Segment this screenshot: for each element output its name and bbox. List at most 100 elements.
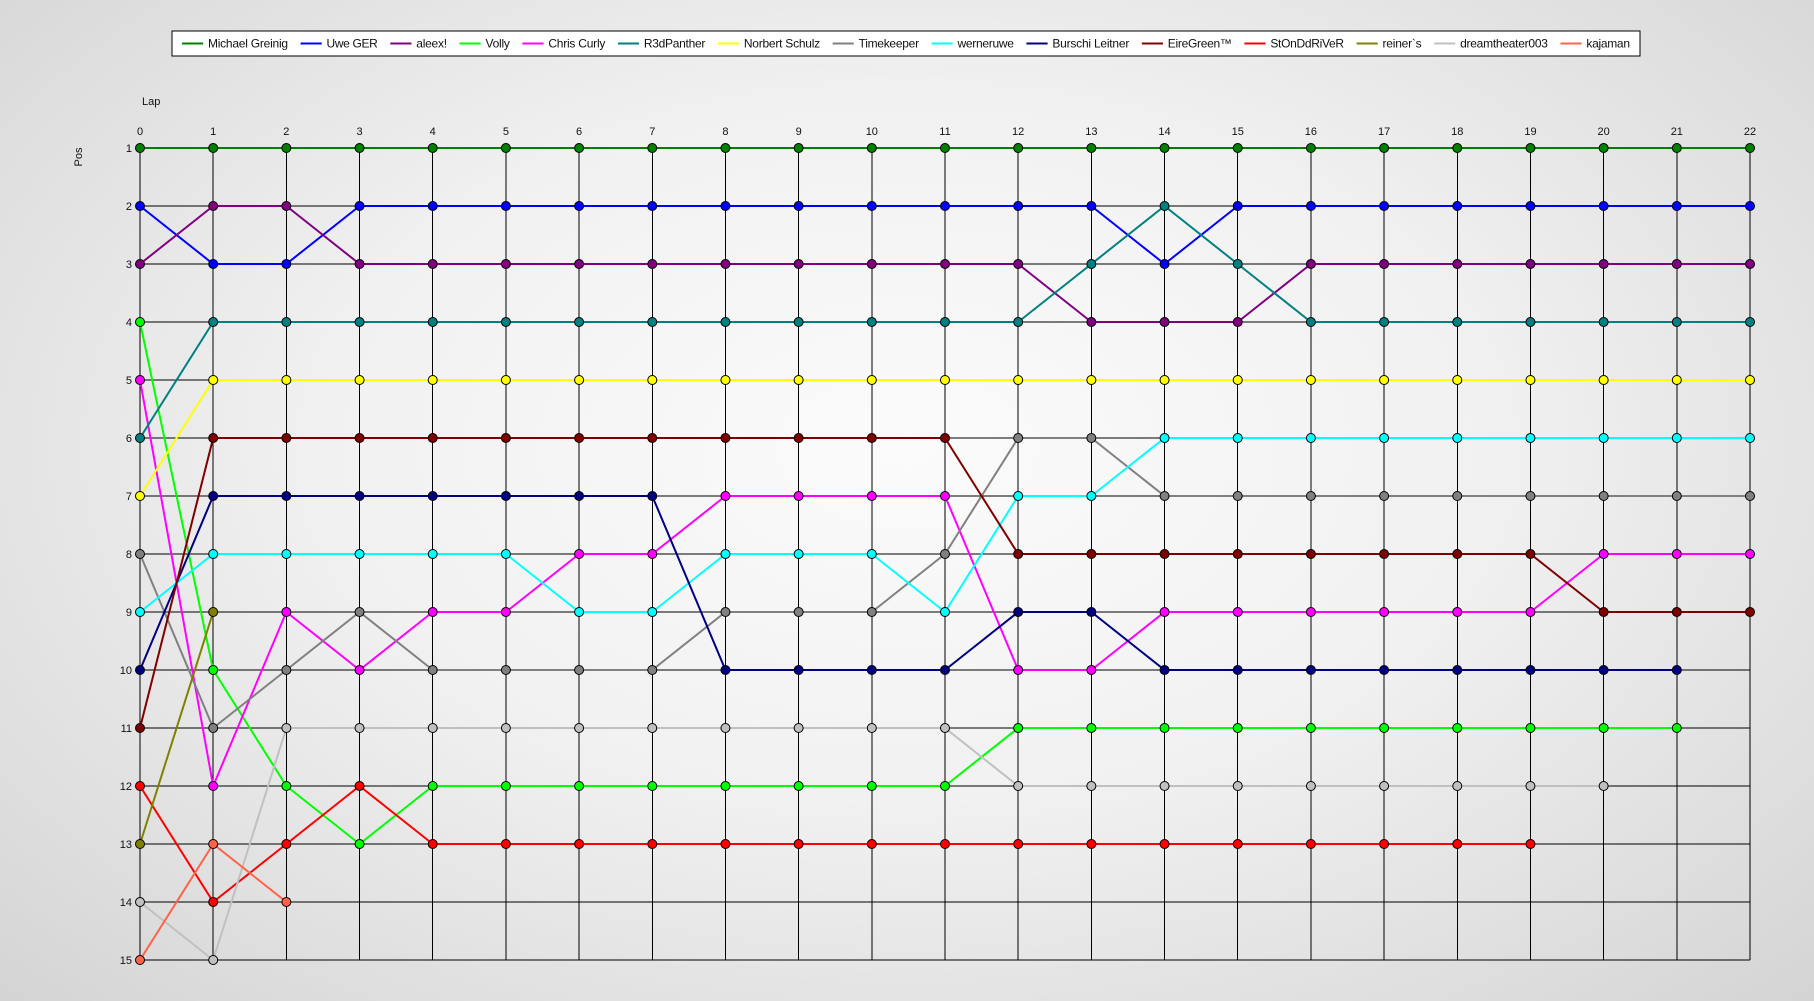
data-point xyxy=(500,317,511,327)
data-point xyxy=(720,433,731,443)
data-point xyxy=(647,607,658,617)
data-point xyxy=(574,143,585,153)
data-point xyxy=(1086,607,1097,617)
data-point xyxy=(281,259,292,269)
data-point xyxy=(940,491,950,501)
y-tick-label: 15 xyxy=(120,955,132,967)
data-point xyxy=(500,839,511,849)
data-point xyxy=(500,607,511,617)
data-point xyxy=(500,433,511,443)
data-point xyxy=(1452,839,1463,849)
data-point xyxy=(1086,375,1097,385)
data-point xyxy=(135,375,145,385)
data-point xyxy=(574,665,585,675)
y-tick-label: 13 xyxy=(120,839,132,851)
data-point xyxy=(1745,201,1755,211)
data-point xyxy=(1086,839,1097,849)
data-point xyxy=(135,259,145,269)
data-point xyxy=(720,607,731,617)
data-point xyxy=(1159,375,1170,385)
data-point xyxy=(500,491,511,501)
data-point xyxy=(500,549,511,559)
data-point xyxy=(647,143,658,153)
x-axis-label: Lap xyxy=(142,96,160,108)
data-point xyxy=(1232,839,1243,849)
data-point xyxy=(866,259,877,269)
data-point xyxy=(427,317,438,327)
y-axis-label: Pos xyxy=(73,147,85,166)
data-point xyxy=(574,549,585,559)
data-point xyxy=(1086,433,1097,443)
data-point xyxy=(1598,781,1609,791)
data-point xyxy=(1598,607,1609,617)
data-point xyxy=(1232,317,1243,327)
data-point xyxy=(1745,259,1755,269)
data-point xyxy=(1525,549,1536,559)
data-point xyxy=(1525,317,1536,327)
data-point xyxy=(1379,201,1390,211)
data-point xyxy=(720,549,731,559)
x-tick-label: 22 xyxy=(1744,126,1756,138)
data-point xyxy=(1525,665,1536,675)
data-point xyxy=(1159,433,1170,443)
data-point xyxy=(427,259,438,269)
data-point xyxy=(1598,491,1609,501)
data-point xyxy=(1452,259,1463,269)
x-tick-label: 18 xyxy=(1451,126,1463,138)
data-point xyxy=(1305,781,1316,791)
data-point xyxy=(866,317,877,327)
data-point xyxy=(866,375,877,385)
data-point xyxy=(354,839,365,849)
data-point xyxy=(793,549,804,559)
data-point xyxy=(427,143,438,153)
data-point xyxy=(1379,781,1390,791)
data-point xyxy=(1452,491,1463,501)
data-point xyxy=(574,839,585,849)
data-point xyxy=(1671,259,1682,269)
legend-label: Uwe GER xyxy=(327,37,379,51)
data-point xyxy=(1159,201,1170,211)
data-point xyxy=(208,955,219,965)
data-point xyxy=(135,665,145,675)
data-point xyxy=(354,549,365,559)
data-point xyxy=(1745,375,1755,385)
data-point xyxy=(1013,433,1024,443)
data-point xyxy=(354,491,365,501)
data-point xyxy=(1086,259,1097,269)
data-point xyxy=(793,433,804,443)
data-point xyxy=(1232,723,1243,733)
lap-position-chart: Michael Greinig Uwe GER aleex! Volly Chris C… xyxy=(73,30,1756,967)
data-point xyxy=(354,143,365,153)
data-point xyxy=(793,491,804,501)
x-tick-label: 19 xyxy=(1524,126,1536,138)
data-point xyxy=(1525,143,1536,153)
x-tick-label: 4 xyxy=(430,126,436,138)
data-point xyxy=(1159,781,1170,791)
x-tick-label: 21 xyxy=(1671,126,1683,138)
data-point xyxy=(1671,723,1682,733)
data-point xyxy=(1305,607,1316,617)
data-point xyxy=(1379,317,1390,327)
data-point xyxy=(940,375,950,385)
data-point xyxy=(866,433,877,443)
data-point xyxy=(1379,665,1390,675)
data-point xyxy=(500,259,511,269)
y-tick-label: 7 xyxy=(126,491,132,503)
data-point xyxy=(1745,549,1755,559)
data-point xyxy=(281,549,292,559)
legend-label: Burschi Leitner xyxy=(1052,37,1129,51)
data-point xyxy=(866,549,877,559)
data-point xyxy=(866,607,877,617)
data-point xyxy=(281,375,292,385)
data-point xyxy=(1159,317,1170,327)
data-point xyxy=(1379,259,1390,269)
data-point xyxy=(1305,201,1316,211)
data-point xyxy=(1525,433,1536,443)
data-point xyxy=(793,143,804,153)
data-point xyxy=(1745,607,1755,617)
data-point xyxy=(135,897,145,907)
data-point xyxy=(1598,665,1609,675)
data-point xyxy=(1232,201,1243,211)
data-point xyxy=(574,201,585,211)
data-point xyxy=(500,723,511,733)
